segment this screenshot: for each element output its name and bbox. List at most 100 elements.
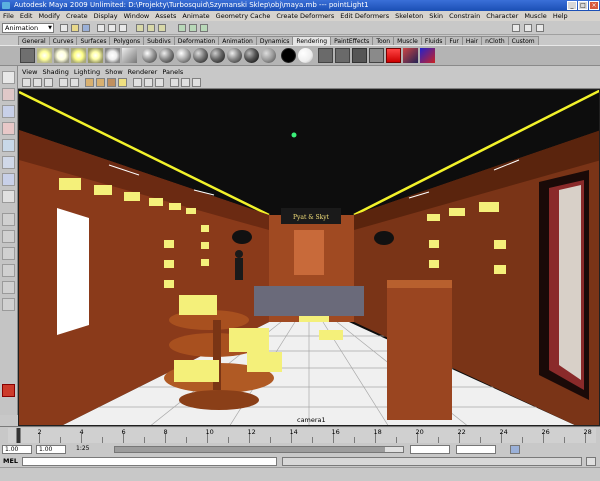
menu-create-deformers[interactable]: Create Deformers <box>276 12 334 20</box>
image-plane-icon[interactable] <box>59 78 68 87</box>
menu-window[interactable]: Window <box>124 12 150 20</box>
panel-menu-show[interactable]: Show <box>105 68 123 76</box>
menu-constrain[interactable]: Constrain <box>449 12 480 20</box>
batch-render-icon[interactable] <box>369 48 384 63</box>
menu-set-dropdown[interactable]: Animation ▼ <box>2 23 54 33</box>
isolate-select-icon[interactable] <box>133 78 142 87</box>
start-time-field[interactable]: 1.00 <box>2 445 32 454</box>
script-editor-icon[interactable] <box>586 457 596 466</box>
render-view-icon[interactable] <box>318 48 333 63</box>
snap-grid-icon[interactable] <box>136 24 144 32</box>
open-scene-icon[interactable] <box>71 24 79 32</box>
four-view-layout-icon[interactable] <box>2 230 15 243</box>
menu-create[interactable]: Create <box>66 12 88 20</box>
ambient-light-icon[interactable] <box>37 48 52 63</box>
menu-help[interactable]: Help <box>553 12 568 20</box>
menu-muscle[interactable]: Muscle <box>524 12 547 20</box>
panel-menu-panels[interactable]: Panels <box>162 68 183 76</box>
new-scene-icon[interactable] <box>60 24 68 32</box>
paint-tool-icon[interactable] <box>420 48 435 63</box>
select-tool-icon[interactable] <box>2 71 15 84</box>
snap-curve-icon[interactable] <box>147 24 155 32</box>
shelf-tab-curves[interactable]: Curves <box>48 36 78 45</box>
playback-start-field[interactable]: 1.00 <box>36 445 66 454</box>
hypershade-icon[interactable] <box>403 48 418 63</box>
menu-edit[interactable]: Edit <box>20 12 33 20</box>
persp-outliner-layout-icon[interactable] <box>2 247 15 260</box>
shelf-tab-animation[interactable]: Animation <box>218 36 257 45</box>
shelf-tab-painteffects[interactable]: PaintEffects <box>330 36 374 45</box>
shelf-tab-muscle[interactable]: Muscle <box>393 36 422 45</box>
camera-icon[interactable] <box>20 48 35 63</box>
textured-shading-icon[interactable] <box>107 78 116 87</box>
shelf-tab-general[interactable]: General <box>18 36 50 45</box>
phong-material-icon[interactable] <box>176 48 191 63</box>
menu-assets[interactable]: Assets <box>155 12 176 20</box>
menu-display[interactable]: Display <box>94 12 118 20</box>
shelf-tab-deformation[interactable]: Deformation <box>173 36 220 45</box>
time-slider[interactable]: 2 4 6 8 10 12 14 16 18 20 22 24 26 28 <box>0 426 600 444</box>
xray-icon[interactable] <box>144 78 153 87</box>
blinn-material-icon[interactable] <box>142 48 157 63</box>
directional-light-icon[interactable] <box>54 48 69 63</box>
shelf-tab-ncloth[interactable]: nCloth <box>481 36 509 45</box>
menu-animate[interactable]: Animate <box>182 12 209 20</box>
anisotropic-material-icon[interactable] <box>210 48 225 63</box>
gate-mask-icon[interactable] <box>170 78 179 87</box>
shelf-tab-surfaces[interactable]: Surfaces <box>76 36 111 45</box>
lights-shading-icon[interactable] <box>118 78 127 87</box>
smooth-shading-icon[interactable] <box>96 78 105 87</box>
area-light-icon[interactable] <box>105 48 120 63</box>
shelf-tab-hair[interactable]: Hair <box>461 36 483 45</box>
hypershade-layout-icon[interactable] <box>2 281 15 294</box>
shelf-tab-toon[interactable]: Toon <box>372 36 395 45</box>
perspective-viewport[interactable]: Pyat & Skyt camera1 <box>18 89 600 426</box>
render-frame-icon[interactable] <box>178 24 186 32</box>
outliner-layout-icon[interactable] <box>2 298 15 311</box>
current-time-marker[interactable] <box>16 428 21 443</box>
channel-box-icon[interactable] <box>536 24 544 32</box>
paint-select-tool-icon[interactable] <box>2 105 15 118</box>
render-settings-icon[interactable] <box>200 24 208 32</box>
lasso-tool-icon[interactable] <box>2 88 15 101</box>
persp-graph-layout-icon[interactable] <box>2 264 15 277</box>
camera-attributes-icon[interactable] <box>33 78 42 87</box>
lambert-material-icon[interactable] <box>159 48 174 63</box>
close-button[interactable]: × <box>589 1 599 10</box>
playback-end-field[interactable] <box>410 445 450 454</box>
render-globals-icon[interactable] <box>386 48 401 63</box>
white-sphere-icon[interactable] <box>298 48 313 63</box>
point-light-icon[interactable] <box>71 48 86 63</box>
grid-toggle-icon[interactable] <box>70 78 79 87</box>
scale-tool-icon[interactable] <box>2 156 15 169</box>
attribute-editor-icon[interactable] <box>512 24 520 32</box>
snap-point-icon[interactable] <box>158 24 166 32</box>
shelf-tab-dynamics[interactable]: Dynamics <box>255 36 294 45</box>
menu-skeleton[interactable]: Skeleton <box>395 12 423 20</box>
shelf-tab-polygons[interactable]: Polygons <box>109 36 145 45</box>
select-component-icon[interactable] <box>119 24 127 32</box>
resolution-gate-icon[interactable] <box>192 78 201 87</box>
shelf-tab-fluids[interactable]: Fluids <box>420 36 447 45</box>
panel-menu-lighting[interactable]: Lighting <box>74 68 100 76</box>
render-current-icon[interactable] <box>335 48 350 63</box>
spot-light-icon[interactable] <box>88 48 103 63</box>
phonge-material-icon[interactable] <box>193 48 208 63</box>
ramp-shader-icon[interactable] <box>244 48 259 63</box>
menu-modify[interactable]: Modify <box>38 12 60 20</box>
last-tool-icon[interactable] <box>2 190 15 203</box>
menu-character[interactable]: Character <box>486 12 518 20</box>
menu-skin[interactable]: Skin <box>429 12 443 20</box>
end-time-field[interactable] <box>456 445 496 454</box>
move-tool-icon[interactable] <box>2 122 15 135</box>
menu-geometry-cache[interactable]: Geometry Cache <box>216 12 271 20</box>
shelf-tab-fur[interactable]: Fur <box>445 36 463 45</box>
manipulator-tool-icon[interactable] <box>2 173 15 186</box>
select-hierarchy-icon[interactable] <box>97 24 105 32</box>
bookmarks-icon[interactable] <box>44 78 53 87</box>
shelf-tab-subdivs[interactable]: Subdivs <box>143 36 175 45</box>
xray-joints-icon[interactable] <box>155 78 164 87</box>
save-scene-icon[interactable] <box>82 24 90 32</box>
tool-settings-icon[interactable] <box>524 24 532 32</box>
panel-menu-view[interactable]: View <box>22 68 37 76</box>
